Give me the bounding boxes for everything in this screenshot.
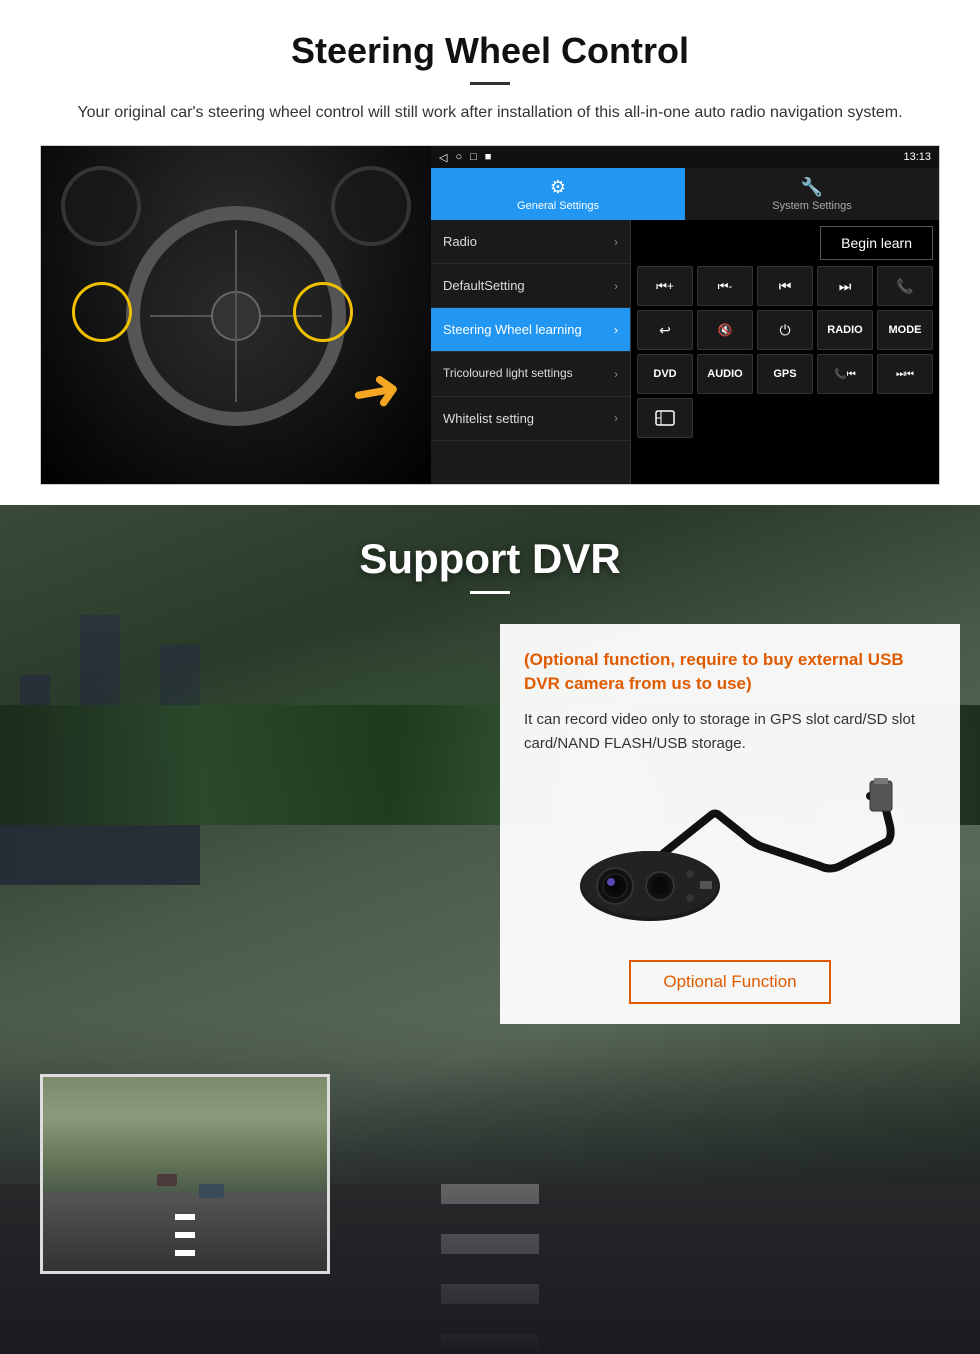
steering-section: Steering Wheel Control Your original car… — [0, 0, 980, 505]
tab-general-label: General Settings — [517, 200, 599, 212]
begin-learn-button[interactable]: Begin learn — [820, 226, 933, 260]
tab-system-label: System Settings — [772, 200, 851, 212]
dvr-info-box: (Optional function, require to buy exter… — [500, 624, 960, 1024]
dvr-section: Support DVR (Optional function, requir — [0, 505, 980, 1354]
gps-label: GPS — [773, 368, 796, 380]
steering-description: Your original car's steering wheel contr… — [60, 101, 920, 125]
radio-label: RADIO — [827, 324, 862, 336]
recents-icon: □ — [470, 151, 477, 164]
tab-system-settings[interactable]: 🔧 System Settings — [685, 168, 939, 220]
menu-whitelist-label: Whitelist setting — [443, 411, 534, 426]
menu-default-label: DefaultSetting — [443, 278, 525, 293]
menu-item-default[interactable]: DefaultSetting › — [431, 264, 630, 308]
dvr-inset-photo — [40, 1074, 330, 1274]
dvr-title: Support DVR — [0, 535, 980, 583]
extra-icon — [654, 409, 676, 427]
dvr-content: (Optional function, require to buy exter… — [0, 604, 980, 1354]
menu-tricoloured-label: Tricoloured light settings — [443, 366, 573, 382]
status-time: 13:13 — [903, 151, 931, 163]
mode-label: MODE — [889, 324, 922, 336]
android-ui-panel: ◁ ○ □ ■ 13:13 ⚙ General Settings 🔧 Syste… — [431, 146, 939, 484]
ctrl-audio[interactable]: AUDIO — [697, 354, 753, 394]
back-call-icon: ↩ — [659, 322, 671, 339]
right-button-highlight — [293, 282, 353, 342]
dvr-description: It can record video only to storage in G… — [524, 708, 936, 756]
ctrl-mode[interactable]: MODE — [877, 310, 933, 350]
ctrl-next-prev[interactable]: ⏭⏮ — [877, 354, 933, 394]
next-prev-icon: ⏭⏮ — [896, 369, 914, 380]
android-menu: Radio › DefaultSetting › Steering Wheel … — [431, 220, 939, 484]
vol-up-icon: ⏮+ — [656, 279, 674, 294]
control-grid: ⏮+ ⏮- ⏮ ⏭ 📞 ↩ 🔇 ⏻ RADIO MODE DVD AUDIO G… — [637, 266, 933, 438]
ctrl-back[interactable]: ↩ — [637, 310, 693, 350]
tab-general-settings[interactable]: ⚙ General Settings — [431, 168, 685, 220]
ctrl-prev-track[interactable]: ⏮ — [757, 266, 813, 306]
menu-item-tricoloured[interactable]: Tricoloured light settings › — [431, 352, 630, 397]
menu-item-radio[interactable]: Radio › — [431, 220, 630, 264]
steering-composite: ➜ ◁ ○ □ ■ 13:13 ⚙ General Settings — [40, 145, 940, 485]
chevron-icon: › — [614, 323, 618, 337]
ctrl-phone-prev[interactable]: 📞⏮ — [817, 354, 873, 394]
dvr-divider — [470, 591, 510, 594]
system-icon: 🔧 — [801, 177, 823, 198]
dvr-right-panel: (Optional function, require to buy exter… — [500, 624, 960, 1354]
status-nav-icons: ◁ ○ □ ■ — [439, 151, 491, 164]
optional-function-button[interactable]: Optional Function — [629, 960, 830, 1004]
menu-steering-label: Steering Wheel learning — [443, 322, 582, 337]
ctrl-power[interactable]: ⏻ — [757, 310, 813, 350]
dvr-optional-text: (Optional function, require to buy exter… — [524, 648, 936, 696]
steering-title: Steering Wheel Control — [40, 30, 940, 72]
ctrl-mute[interactable]: 🔇 — [697, 310, 753, 350]
title-divider — [470, 82, 510, 85]
ctrl-vol-up[interactable]: ⏮+ — [637, 266, 693, 306]
ctrl-gps[interactable]: GPS — [757, 354, 813, 394]
ctrl-radio[interactable]: RADIO — [817, 310, 873, 350]
next-icon: ⏭ — [839, 278, 852, 295]
chevron-icon: › — [614, 411, 618, 425]
chevron-icon: › — [614, 367, 618, 381]
steering-photo: ➜ — [41, 146, 431, 485]
ctrl-dvd[interactable]: DVD — [637, 354, 693, 394]
menu-item-steering-learning[interactable]: Steering Wheel learning › — [431, 308, 630, 352]
ctrl-phone[interactable]: 📞 — [877, 266, 933, 306]
vol-down-icon: ⏮- — [718, 279, 733, 294]
android-status-bar: ◁ ○ □ ■ 13:13 — [431, 146, 939, 168]
mute-icon: 🔇 — [718, 323, 733, 337]
dvd-label: DVD — [653, 368, 676, 380]
chevron-icon: › — [614, 279, 618, 293]
menu-icon: ■ — [485, 151, 492, 164]
dvr-camera-illustration — [524, 756, 936, 946]
camera-svg — [560, 766, 900, 936]
power-icon: ⏻ — [779, 322, 790, 339]
prev-icon: ⏮ — [779, 278, 792, 295]
ctrl-next-track[interactable]: ⏭ — [817, 266, 873, 306]
dvr-title-area: Support DVR — [0, 505, 980, 604]
home-icon: ○ — [455, 151, 462, 164]
phone-icon: 📞 — [896, 278, 913, 295]
back-icon: ◁ — [439, 151, 447, 164]
audio-label: AUDIO — [707, 368, 742, 380]
chevron-icon: › — [614, 235, 618, 249]
menu-item-whitelist[interactable]: Whitelist setting › — [431, 397, 630, 441]
phone-prev-icon: 📞⏮ — [834, 369, 855, 380]
dvr-left-panel — [20, 624, 500, 1354]
menu-list: Radio › DefaultSetting › Steering Wheel … — [431, 220, 631, 484]
begin-learn-row: Begin learn — [637, 226, 933, 260]
ctrl-extra[interactable] — [637, 398, 693, 438]
menu-radio-label: Radio — [443, 234, 477, 249]
ctrl-vol-down[interactable]: ⏮- — [697, 266, 753, 306]
settings-icon: ⚙ — [550, 177, 566, 198]
left-button-highlight — [72, 282, 132, 342]
android-tabs[interactable]: ⚙ General Settings 🔧 System Settings — [431, 168, 939, 220]
control-panel: Begin learn ⏮+ ⏮- ⏮ ⏭ 📞 ↩ 🔇 ⏻ RADIO MODE… — [631, 220, 939, 484]
